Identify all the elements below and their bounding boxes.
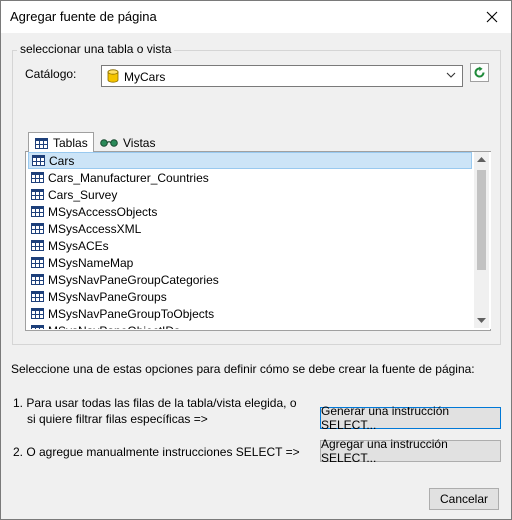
scroll-up-icon[interactable] [477, 157, 486, 162]
refresh-button[interactable] [470, 63, 489, 82]
table-list-item[interactable]: MSysAccessXML [28, 220, 472, 237]
table-icon [32, 155, 45, 166]
table-name: MSysNavPaneObjectIDs [48, 324, 180, 330]
table-icon [31, 291, 44, 302]
table-icon [31, 325, 44, 329]
tab-views[interactable]: Vistas [94, 134, 156, 152]
scroll-down-icon[interactable] [477, 318, 486, 323]
table-list-item[interactable]: MSysNavPaneGroups [28, 288, 472, 305]
close-icon [486, 11, 498, 23]
group-legend: seleccionar una tabla o vista [17, 42, 175, 56]
table-list-item[interactable]: MSysACEs [28, 237, 472, 254]
option2-line: 2. O agregue manualmente instrucciones S… [13, 445, 300, 459]
chevron-down-icon [446, 72, 456, 78]
add-select-button[interactable]: Agregar una instrucción SELECT... [320, 437, 501, 465]
catalog-label: Catálogo: [25, 67, 77, 81]
table-name: MSysNavPaneGroupCategories [48, 272, 219, 287]
database-icon [107, 69, 119, 83]
glasses-icon [100, 139, 118, 147]
table-icon [31, 172, 44, 183]
table-name: MSysNavPaneGroupToObjects [48, 306, 215, 321]
table-list-item[interactable]: Cars_Manufacturer_Countries [28, 169, 472, 186]
tables-list[interactable]: Cars Cars_Manufacturer_Countries Cars_Surv… [27, 152, 491, 329]
option1-line1: 1. Para usar todas las filas de la tabla… [13, 396, 297, 410]
instructions-text: Seleccione una de estas opciones para de… [11, 362, 475, 376]
table-name: MSysNavPaneGroups [48, 289, 167, 304]
table-name: MSysAccessXML [48, 221, 142, 236]
table-icon [31, 308, 44, 319]
dialog-window: Agregar fuente de página seleccionar una… [0, 0, 512, 520]
tab-tables[interactable]: Tablas [28, 132, 94, 153]
tab-tables-label: Tablas [53, 136, 88, 150]
table-name: MSysAccessObjects [48, 204, 158, 219]
catalog-value: MyCars [124, 70, 166, 84]
table-name: MSysNameMap [48, 255, 134, 270]
window-title: Agregar fuente de página [10, 9, 157, 24]
table-name: MSysACEs [48, 238, 109, 253]
cancel-button[interactable]: Cancelar [429, 488, 499, 510]
table-icon [31, 223, 44, 234]
table-name: Cars_Manufacturer_Countries [48, 170, 209, 185]
table-list-item[interactable]: Cars_Survey [28, 186, 472, 203]
title-bar: Agregar fuente de página [1, 1, 511, 33]
table-list-item[interactable]: MSysNameMap [28, 254, 472, 271]
tab-views-label: Vistas [123, 136, 156, 150]
table-list-item[interactable]: MSysNavPaneObjectIDs [28, 322, 472, 329]
list-scrollbar[interactable] [474, 152, 489, 328]
table-name: Cars [49, 153, 75, 168]
table-icon [31, 189, 44, 200]
option1-line2: si quiere filtrar filas específicas => [27, 412, 208, 426]
table-icon [35, 137, 48, 149]
table-icon [31, 240, 44, 251]
scroll-thumb[interactable] [477, 170, 486, 270]
refresh-icon [474, 66, 485, 78]
table-icon [31, 257, 44, 268]
catalog-dropdown[interactable]: MyCars [101, 65, 463, 87]
table-name: Cars_Survey [48, 187, 118, 202]
table-list-item[interactable]: MSysAccessObjects [28, 203, 472, 220]
table-list-item[interactable]: MSysNavPaneGroupToObjects [28, 305, 472, 322]
table-list-item[interactable]: MSysNavPaneGroupCategories [28, 271, 472, 288]
close-button[interactable] [477, 3, 507, 31]
generate-select-button[interactable]: Generar una instrucción SELECT... [320, 404, 501, 432]
table-icon [31, 206, 44, 217]
table-icon [31, 274, 44, 285]
table-list-item[interactable]: Cars [28, 152, 472, 169]
